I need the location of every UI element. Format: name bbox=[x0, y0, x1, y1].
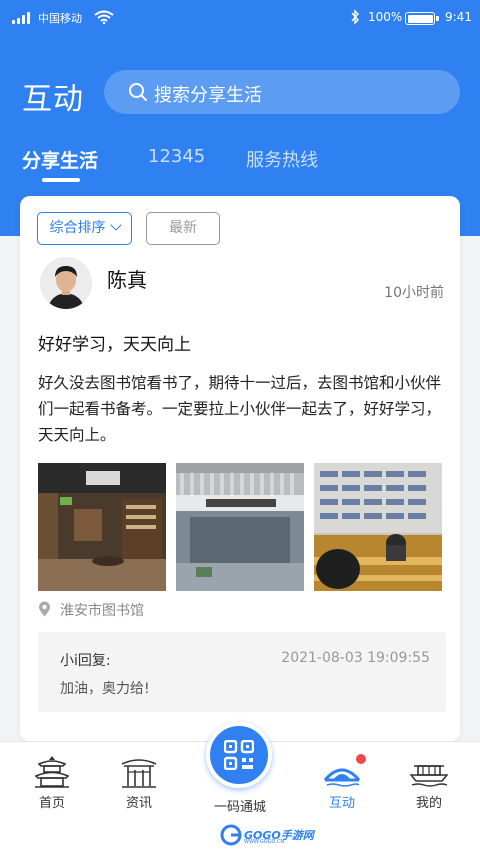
location-pin-icon bbox=[39, 601, 50, 617]
post-title: 好好学习，天天向上 bbox=[38, 335, 191, 355]
nav-label-scan[interactable]: 一码通城 bbox=[190, 796, 290, 815]
bluetooth-icon bbox=[351, 9, 359, 25]
bottom-nav: 首页 资讯 一码通城 互动 我的 GOGO手游网 WWW.GOGO.CN bbox=[0, 722, 480, 853]
post-photo-3[interactable] bbox=[314, 463, 442, 591]
nav-news[interactable]: 资讯 bbox=[99, 754, 179, 814]
avatar[interactable] bbox=[40, 257, 92, 309]
chevron-down-icon bbox=[109, 219, 122, 231]
search-icon bbox=[129, 83, 147, 101]
wifi-icon bbox=[94, 10, 114, 24]
page-title: 互动 bbox=[22, 82, 84, 117]
active-tab-indicator bbox=[42, 178, 80, 182]
sort-dropdown[interactable]: 综合排序 bbox=[37, 212, 132, 245]
post-photo-2[interactable] bbox=[176, 463, 304, 591]
status-bar: 中国移动 100% 9:41 bbox=[0, 0, 480, 36]
boat-icon bbox=[410, 765, 448, 787]
signal-icon bbox=[12, 12, 34, 24]
battery-icon bbox=[405, 12, 439, 25]
nav-home[interactable]: 首页 bbox=[12, 754, 92, 814]
post-body: 好久没去图书馆看书了，期待十一过后，去图书馆和小伙伴们一起看书备考。一定要拉上小… bbox=[38, 374, 442, 444]
reply-text: 加油，奥力给! bbox=[60, 681, 150, 697]
post-author[interactable]: 陈真 bbox=[107, 264, 147, 293]
scan-city-code-button[interactable] bbox=[206, 722, 272, 788]
post-time: 10小时前 bbox=[384, 285, 444, 301]
nav-label-interaction: 互动 bbox=[328, 796, 355, 811]
pavilion-icon bbox=[34, 756, 70, 788]
reply-time: 2021-08-03 19:09:55 bbox=[281, 650, 430, 666]
battery-percent: 100% bbox=[368, 10, 403, 24]
tab-service-hotline[interactable]: 服务热线 bbox=[246, 146, 318, 172]
nav-mine[interactable]: 我的 bbox=[389, 754, 469, 814]
nav-label-mine: 我的 bbox=[415, 796, 442, 811]
notification-dot bbox=[356, 754, 366, 764]
qr-code-icon bbox=[224, 740, 254, 770]
nav-label-news: 资讯 bbox=[125, 796, 152, 811]
post-photo-1[interactable] bbox=[38, 463, 166, 591]
search-placeholder: 搜索分享生活 bbox=[154, 85, 262, 106]
search-input[interactable]: 搜索分享生活 bbox=[104, 70, 460, 114]
watermark-url: WWW.GOGO.CN bbox=[244, 839, 285, 845]
nav-label-home: 首页 bbox=[38, 796, 65, 811]
sort-dropdown-label: 综合排序 bbox=[49, 220, 106, 236]
reply-box: 小i回复: 2021-08-03 19:09:55 加油，奥力给! bbox=[38, 632, 446, 712]
location-label: 淮安市图书馆 bbox=[60, 603, 144, 619]
tab-share-life[interactable]: 分享生活 bbox=[22, 146, 98, 173]
sort-latest-button[interactable]: 最新 bbox=[146, 212, 220, 245]
nav-interaction[interactable]: 互动 bbox=[302, 754, 382, 814]
clock: 9:41 bbox=[445, 10, 472, 24]
gate-icon bbox=[121, 759, 157, 788]
watermark-logo: GOGO手游网 WWW.GOGO.CN bbox=[214, 824, 324, 846]
carrier-label: 中国移动 bbox=[38, 12, 82, 25]
tab-12345[interactable]: 12345 bbox=[148, 146, 205, 167]
post-card: 综合排序 最新 陈真 10小时前 好好学习，天天向上 好久没去图书馆看书了，期待… bbox=[20, 196, 460, 741]
reply-author: 小i回复: bbox=[60, 653, 111, 669]
